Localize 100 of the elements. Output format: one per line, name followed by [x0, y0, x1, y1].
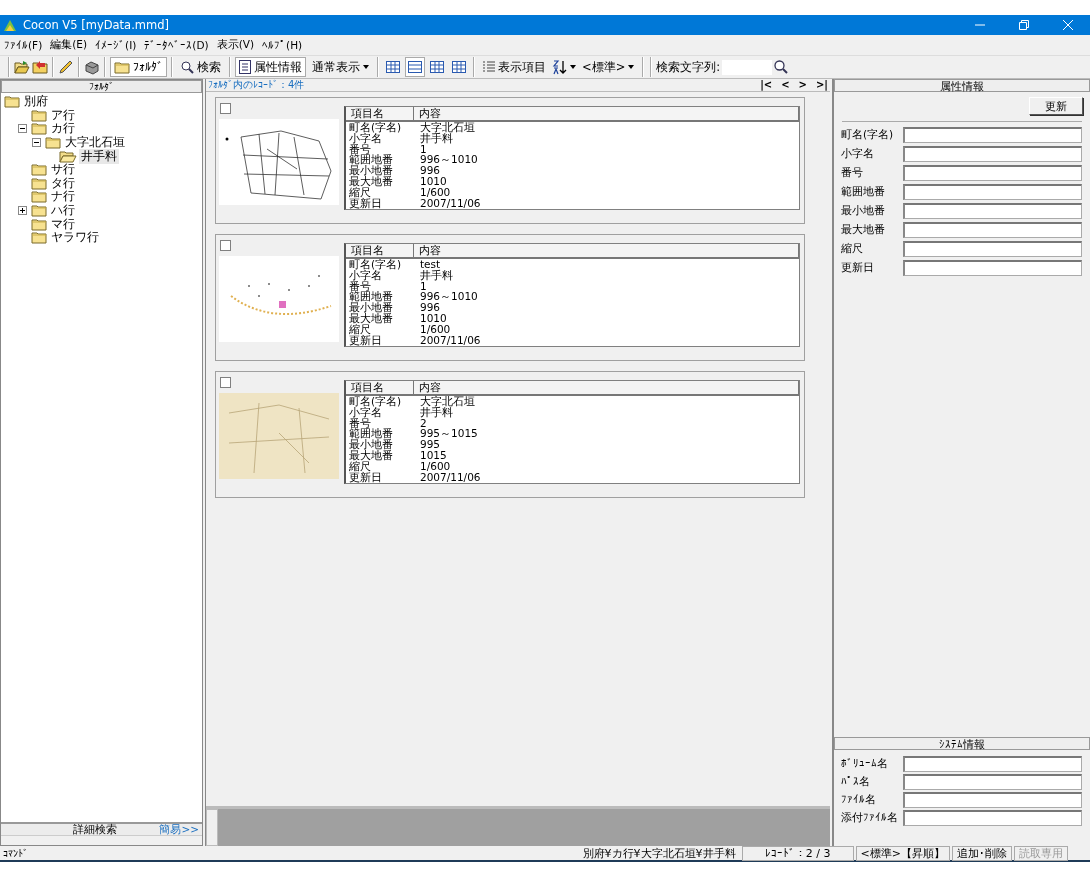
update-button[interactable]: 更新: [1029, 97, 1083, 115]
folder-icon: [31, 217, 47, 231]
table-cell-text: 縮尺: [348, 460, 371, 472]
search-button[interactable]: 検索: [177, 57, 225, 77]
input-field[interactable]: [903, 127, 1082, 143]
table-cell-text: 最大地番: [348, 176, 394, 187]
input-field[interactable]: [903, 203, 1082, 219]
tree-item[interactable]: カ行: [49, 121, 77, 137]
menu-item[interactable]: 表示(V): [216, 38, 255, 52]
folder-button[interactable]: ﾌｫﾙﾀﾞ: [110, 57, 167, 77]
field-label: 範囲地番: [841, 185, 886, 199]
column-header: 内容: [414, 244, 799, 257]
restore-icon[interactable]: [1019, 20, 1029, 30]
table-cell-text: 番号: [348, 280, 371, 292]
checkbox[interactable]: [220, 240, 231, 251]
pen-icon[interactable]: [58, 59, 74, 75]
folder-export-icon[interactable]: [32, 60, 48, 74]
sort-dropdown[interactable]: <標準>: [578, 57, 639, 77]
field-label: 縮尺: [841, 242, 864, 256]
table-cell-text: 井手料: [419, 132, 453, 144]
window-title: Cocon V5 [myData.mmd]: [23, 18, 170, 32]
folder-icon: [31, 108, 47, 122]
open-folder-icon[interactable]: [14, 60, 30, 74]
folder-icon: [31, 122, 47, 136]
input-field[interactable]: [903, 241, 1082, 257]
table-cell-text: 井手料: [419, 269, 453, 281]
expand-icon[interactable]: [18, 206, 27, 216]
table-cell-text: 更新日: [348, 334, 383, 346]
tree-item[interactable]: ヤラワ行: [49, 230, 101, 246]
collapse-icon[interactable]: [32, 138, 41, 148]
folder-icon: [4, 95, 20, 109]
table-cell-text: 町名(字名): [348, 396, 403, 407]
display-items-button[interactable]: 表示項目: [479, 57, 550, 77]
checkbox[interactable]: [220, 103, 231, 114]
tree-item[interactable]: 大字北石垣: [63, 135, 127, 151]
field-label: 小字名: [841, 147, 875, 161]
menu-item[interactable]: ﾃﾞｰﾀﾍﾞｰｽ(D): [144, 39, 209, 51]
search-icon[interactable]: [774, 60, 789, 74]
input-field[interactable]: [903, 260, 1082, 276]
input-field[interactable]: [903, 756, 1082, 772]
input-field[interactable]: [903, 774, 1082, 790]
table-cell-text: 1: [419, 280, 427, 292]
status-section: 読取専用: [1014, 845, 1068, 861]
caret-icon[interactable]: [570, 65, 576, 69]
tree-item[interactable]: ナ行: [49, 189, 77, 205]
view-dropdown[interactable]: 通常表示: [308, 57, 373, 77]
menu-item[interactable]: 編集(E): [50, 38, 88, 52]
nav-button[interactable]: <: [781, 79, 790, 91]
tree-item[interactable]: 井手料: [79, 148, 119, 164]
table-cell-text: 995: [419, 439, 441, 450]
menu-item[interactable]: ﾍﾙﾌﾟ(H): [262, 39, 303, 51]
field-label: ﾊﾟｽ名: [841, 775, 871, 789]
table-cell-text: 2: [419, 417, 427, 429]
folder-icon: [45, 136, 61, 150]
nav-button[interactable]: |<: [760, 79, 773, 91]
folder-icon: [31, 204, 47, 218]
field-label: ﾌｧｲﾙ名: [841, 793, 877, 807]
tree-item[interactable]: タ行: [49, 175, 77, 191]
tree-item[interactable]: ア行: [49, 107, 77, 123]
status-sort: <標準>【昇順】: [855, 845, 950, 861]
checkbox[interactable]: [220, 377, 231, 388]
table-cell-text: 更新日: [348, 471, 383, 483]
input-field[interactable]: [903, 146, 1082, 162]
nav-button[interactable]: >: [798, 79, 807, 91]
horizontal-scrollbar[interactable]: [1, 835, 202, 845]
table-cell-text: 1: [419, 143, 427, 155]
menu-item[interactable]: ｲﾒｰｼﾞ(I): [95, 39, 137, 51]
column-header: 項目名: [346, 107, 414, 120]
close-icon[interactable]: [1063, 20, 1073, 30]
input-field[interactable]: [903, 165, 1082, 181]
field-label: 最大地番: [841, 223, 886, 237]
attributes-button[interactable]: 属性情報: [235, 57, 306, 77]
simple-search-link[interactable]: 簡易>>: [159, 824, 202, 835]
list-icon: [239, 60, 251, 74]
table-cell-text: 最大地番: [348, 313, 394, 324]
tree-item[interactable]: 別府: [22, 94, 50, 110]
table-cell-text: 1/600: [419, 460, 451, 472]
collapse-icon[interactable]: [18, 124, 27, 134]
input-field[interactable]: [903, 810, 1082, 826]
input-field[interactable]: [903, 184, 1082, 200]
nav-button[interactable]: >|: [815, 79, 828, 91]
folder-icon: [114, 60, 130, 74]
sort-icon[interactable]: [552, 59, 568, 75]
tree-item[interactable]: ハ行: [49, 203, 77, 219]
table-cell-text: 2007/11/06: [419, 471, 481, 483]
table-cell-text: 最小地番: [348, 302, 394, 313]
search-field[interactable]: [722, 59, 773, 75]
panel-header: ｼｽﾃﾑ情報: [834, 737, 1090, 750]
tree-item[interactable]: マ行: [49, 216, 77, 232]
menu-item[interactable]: ﾌｧｲﾙ(F): [4, 39, 43, 51]
input-field[interactable]: [903, 222, 1082, 238]
input-field[interactable]: [903, 792, 1082, 808]
table-cell-text: 範囲地番: [348, 154, 394, 166]
table-cell-text: 番号: [348, 417, 371, 429]
field-label: 番号: [841, 166, 864, 180]
open-folder-icon: [59, 149, 77, 163]
tree-item[interactable]: サ行: [49, 162, 77, 178]
list-view-icon[interactable]: [405, 57, 425, 77]
table-cell-text: 小字名: [348, 269, 382, 281]
app-icon: [3, 18, 17, 32]
